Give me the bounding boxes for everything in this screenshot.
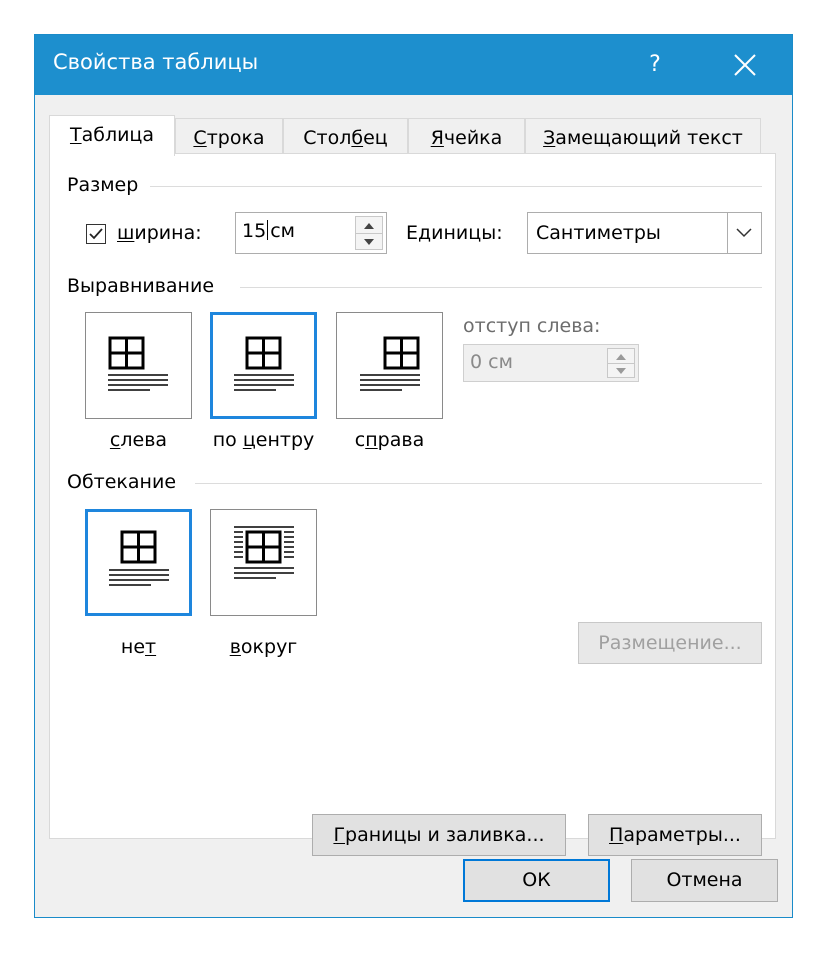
indent-spin-buttons xyxy=(607,348,635,378)
width-value[interactable]: 15 см xyxy=(242,220,295,242)
wrap-around-icon xyxy=(234,526,294,579)
borders-shading-button[interactable]: Границы и заливка... xyxy=(312,814,566,856)
indent-spinner: 0 см xyxy=(463,344,639,382)
tab-column[interactable]: Столбец xyxy=(283,118,408,154)
align-center-option[interactable] xyxy=(210,312,317,419)
size-group-label: Размер xyxy=(67,174,139,196)
wrap-none-option[interactable] xyxy=(85,509,192,616)
tab-cell[interactable]: Ячейка xyxy=(408,118,525,154)
units-dropdown[interactable]: Сантиметры xyxy=(527,212,762,254)
width-label: ширина: xyxy=(117,222,202,244)
wrapping-group-divider xyxy=(195,483,762,484)
triangle-down-icon xyxy=(364,239,374,245)
alignment-group-label: Выравнивание xyxy=(67,275,215,297)
table-align-right-icon xyxy=(360,336,420,391)
tab-table[interactable]: Таблица xyxy=(49,115,175,156)
units-label: Единицы: xyxy=(406,222,503,244)
align-center-label: по центру xyxy=(212,429,315,451)
tab-alt-text[interactable]: Замещающий текст xyxy=(525,118,761,154)
indent-value: 0 см xyxy=(470,351,513,373)
width-checkbox[interactable] xyxy=(86,224,106,244)
tab-alt-text-label: Замещающий текст xyxy=(543,127,743,149)
indent-spin-down xyxy=(608,363,634,377)
wrap-around-option[interactable] xyxy=(210,509,317,616)
units-value: Сантиметры xyxy=(536,222,661,244)
align-left-label: слева xyxy=(109,429,168,451)
dropdown-arrow[interactable] xyxy=(727,213,761,253)
title-bar[interactable]: Свойства таблицы ? xyxy=(35,35,792,95)
table-align-left-icon xyxy=(108,336,168,391)
options-button[interactable]: Параметры... xyxy=(588,814,762,856)
tab-cell-label: Ячейка xyxy=(430,127,503,149)
tab-row-label: Строка xyxy=(193,127,265,149)
tab-panel-table: Размер ширина: 15см Единицы: Сантиметры xyxy=(49,153,776,856)
indent-label: отступ слева: xyxy=(463,315,601,337)
close-icon xyxy=(734,54,756,76)
cancel-button[interactable]: Отмена xyxy=(631,859,778,902)
triangle-up-icon xyxy=(616,354,626,360)
align-right-option[interactable] xyxy=(336,312,443,419)
size-group-divider xyxy=(150,186,762,187)
wrap-around-label: вокруг xyxy=(229,636,298,658)
help-button[interactable]: ? xyxy=(633,43,677,87)
spin-down-button[interactable] xyxy=(356,233,382,249)
dialog-title: Свойства таблицы xyxy=(53,50,259,74)
triangle-up-icon xyxy=(364,223,374,229)
positioning-button[interactable]: Размещение... xyxy=(578,622,762,664)
tab-table-label: Таблица xyxy=(69,124,155,146)
checkmark-icon xyxy=(89,228,103,240)
align-right-label: справа xyxy=(354,429,425,451)
width-spinner[interactable]: 15 см xyxy=(235,212,387,254)
alignment-group-divider xyxy=(240,287,762,288)
tab-row[interactable]: Строка xyxy=(175,118,283,154)
wrapping-group-label: Обтекание xyxy=(67,471,177,493)
close-button[interactable] xyxy=(723,43,767,87)
width-spin-buttons xyxy=(355,216,383,250)
table-align-center-icon xyxy=(234,336,294,391)
spin-up-button[interactable] xyxy=(356,217,382,233)
align-left-option[interactable] xyxy=(85,312,192,419)
chevron-down-icon xyxy=(736,228,752,238)
triangle-down-icon xyxy=(616,368,626,374)
table-properties-dialog: Свойства таблицы ? Таблица Строка Столбе… xyxy=(34,34,793,918)
wrap-none-label: нет xyxy=(120,636,157,658)
tab-column-label: Столбец xyxy=(303,127,388,149)
wrap-none-icon xyxy=(109,530,169,586)
ok-button[interactable]: ОК xyxy=(463,859,610,902)
indent-spin-up xyxy=(608,349,634,363)
